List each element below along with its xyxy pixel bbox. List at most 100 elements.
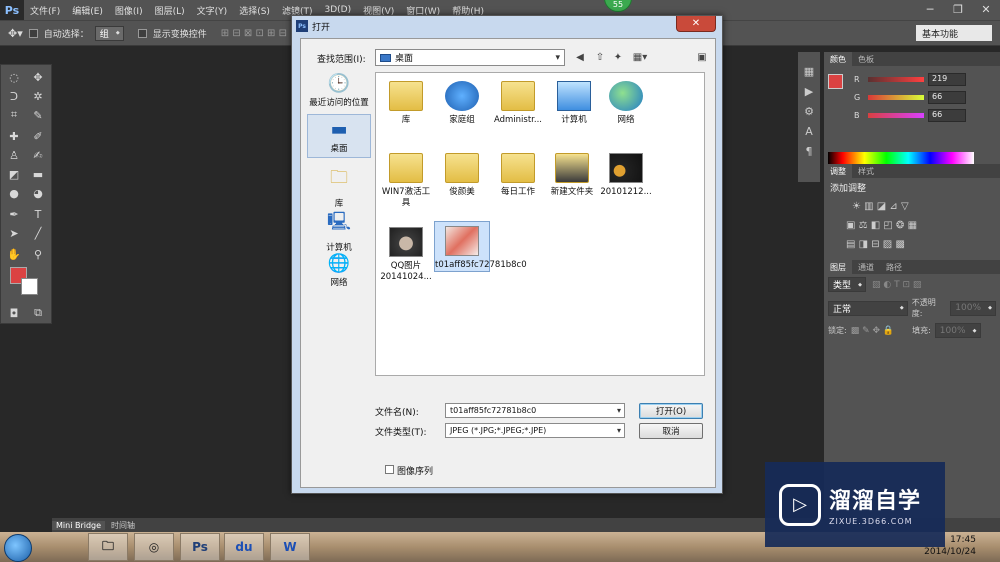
crop-tool-icon[interactable]: ⌗	[5, 107, 23, 123]
color-slider-b[interactable]: B 66	[850, 106, 966, 124]
r-value-field[interactable]: 219	[928, 72, 966, 86]
filename-input[interactable]: t01aff85fc72781b8c0	[445, 403, 625, 418]
file-item[interactable]: Administr...	[490, 77, 546, 126]
path-selection-icon[interactable]: ➤	[5, 225, 23, 241]
properties-icon[interactable]: ⚙	[798, 102, 820, 122]
new-folder-icon[interactable]: ✦	[611, 50, 625, 64]
file-item-selected[interactable]: t01aff85fc72781b8c0	[434, 221, 527, 272]
place-computer[interactable]: 🖳 计算机	[307, 209, 371, 253]
taskbar-baidu-icon[interactable]: du	[224, 533, 264, 561]
background-color-swatch[interactable]	[21, 278, 38, 295]
cancel-button[interactable]: 取消	[639, 423, 703, 439]
fill-field[interactable]: 100%	[934, 323, 981, 338]
brush-tool-icon[interactable]: ✐	[29, 128, 47, 144]
file-item[interactable]: 家庭组	[434, 77, 490, 126]
auto-select-checkbox[interactable]	[28, 28, 38, 38]
place-libraries[interactable]: 🗀 库	[307, 165, 371, 209]
blend-mode-dropdown[interactable]: 正常	[828, 300, 908, 316]
quick-mask-icon[interactable]: ◘	[5, 305, 23, 321]
taskbar-photoshop-icon[interactable]: Ps	[180, 533, 220, 561]
pen-tool-icon[interactable]: ✒	[5, 206, 23, 222]
start-button[interactable]	[4, 534, 32, 562]
gradient-tool-icon[interactable]: ▬	[29, 166, 47, 182]
show-transform-checkbox[interactable]	[137, 28, 147, 38]
b-slider[interactable]	[868, 112, 924, 118]
color-slider-g[interactable]: G 66	[850, 88, 966, 106]
opacity-field[interactable]: 100%	[950, 300, 996, 316]
tab-paths[interactable]: 路径	[880, 260, 908, 274]
clone-stamp-icon[interactable]: ♙	[5, 147, 23, 163]
lasso-tool-icon[interactable]: ᑐ	[5, 88, 23, 104]
file-item[interactable]: 库	[378, 77, 434, 126]
tab-timeline[interactable]: 时间轴	[107, 520, 139, 531]
menu-type[interactable]: 文字(Y)	[191, 4, 234, 17]
g-slider[interactable]	[868, 94, 924, 100]
workspace-dropdown[interactable]: 基本功能	[916, 25, 992, 41]
marquee-tool-icon[interactable]: ◌	[5, 69, 23, 85]
actions-icon[interactable]: ▶	[798, 82, 820, 102]
file-item[interactable]: 每日工作	[490, 149, 546, 198]
look-in-dropdown[interactable]: 桌面	[375, 49, 565, 66]
place-network[interactable]: 🌐 网络	[307, 253, 371, 293]
file-item[interactable]: 网络	[598, 77, 654, 126]
move-tool-icon[interactable]: ✥▾	[8, 27, 23, 40]
file-item[interactable]: 俊颜美	[434, 149, 490, 198]
back-icon[interactable]: ◀	[573, 50, 587, 64]
paragraph-icon[interactable]: ¶	[798, 142, 820, 162]
taskbar-explorer-icon[interactable]: 🗀	[88, 533, 128, 561]
align-icons[interactable]: ⊞ ⊟ ⊠ ⊡ ⊞ ⊟	[221, 28, 287, 39]
filetype-dropdown[interactable]: JPEG (*.JPG;*.JPEG;*.JPE)	[445, 423, 625, 438]
restore-icon[interactable]: ❐	[944, 0, 972, 18]
tab-layers[interactable]: 图层	[824, 260, 852, 274]
blur-tool-icon[interactable]: ●	[5, 185, 23, 201]
eyedropper-icon[interactable]: ✎	[29, 107, 47, 123]
close-icon[interactable]: ✕	[972, 0, 1000, 18]
zoom-tool-icon[interactable]: ⚲	[29, 246, 47, 262]
file-item[interactable]: WIN7激活工具	[378, 149, 434, 209]
character-icon[interactable]: A	[798, 122, 820, 142]
dodge-tool-icon[interactable]: ◕	[29, 185, 47, 201]
adjust-icons-row3[interactable]: ▤ ◨ ⊟ ▨ ▩	[824, 235, 1000, 254]
tab-swatches[interactable]: 色板	[852, 52, 880, 66]
auto-select-target-dropdown[interactable]: 组	[94, 25, 124, 41]
screen-mode-icon[interactable]: ⧉	[29, 305, 47, 321]
history-icon[interactable]: ▦	[798, 62, 820, 82]
tab-adjustments[interactable]: 调整	[824, 164, 852, 178]
file-item[interactable]: 20101212...	[598, 149, 654, 198]
type-tool-icon[interactable]: T	[29, 206, 47, 222]
file-item[interactable]: QQ图片20141024...	[378, 223, 434, 283]
tab-mini-bridge[interactable]: Mini Bridge	[52, 520, 106, 530]
menu-3d[interactable]: 3D(D)	[318, 5, 357, 15]
taskbar-word-icon[interactable]: W	[270, 533, 310, 561]
lock-icons[interactable]: ▩ ✎ ✥ 🔒	[851, 326, 894, 336]
adjust-icons-row1[interactable]: ☀ ▥ ◪ ⊿ ▽	[824, 197, 1000, 216]
hand-tool-icon[interactable]: ✋	[5, 246, 23, 262]
r-slider[interactable]	[868, 76, 924, 82]
image-sequence-checkbox[interactable]	[385, 465, 394, 474]
history-brush-icon[interactable]: ✍	[29, 147, 47, 163]
open-button[interactable]: 打开(O)	[639, 403, 703, 419]
up-folder-icon[interactable]: ⇧	[593, 50, 607, 64]
color-spectrum[interactable]	[828, 152, 974, 164]
tab-styles[interactable]: 样式	[852, 164, 880, 178]
layer-kind-dropdown[interactable]: 类型	[828, 277, 867, 292]
magic-wand-icon[interactable]: ✲	[29, 88, 47, 104]
adjust-icons-row2[interactable]: ▣ ⚖ ◧ ◰ ❂ ▦	[824, 216, 1000, 235]
b-value-field[interactable]: 66	[928, 108, 966, 122]
file-item[interactable]: 新建文件夹	[544, 149, 600, 198]
line-tool-icon[interactable]: ╱	[29, 225, 47, 241]
dialog-close-icon[interactable]: ✕	[676, 16, 716, 32]
menu-image[interactable]: 图像(I)	[109, 4, 149, 17]
menu-select[interactable]: 选择(S)	[233, 4, 276, 17]
view-menu-icon[interactable]: ▦▾	[631, 50, 649, 64]
place-recent[interactable]: 🕒 最近访问的位置	[307, 73, 371, 113]
layer-filter-icons[interactable]: ▧ ◐ T ⊡ ▨	[872, 280, 921, 290]
eraser-tool-icon[interactable]: ◩	[5, 166, 23, 182]
menu-layer[interactable]: 图层(L)	[149, 4, 191, 17]
place-desktop[interactable]: ▬ 桌面	[307, 114, 371, 158]
move-tool-icon[interactable]: ✥	[29, 69, 47, 85]
color-fg-swatch[interactable]	[828, 74, 843, 89]
menu-file[interactable]: 文件(F)	[24, 4, 66, 17]
g-value-field[interactable]: 66	[928, 90, 966, 104]
preview-icon[interactable]: ▣	[695, 50, 709, 64]
